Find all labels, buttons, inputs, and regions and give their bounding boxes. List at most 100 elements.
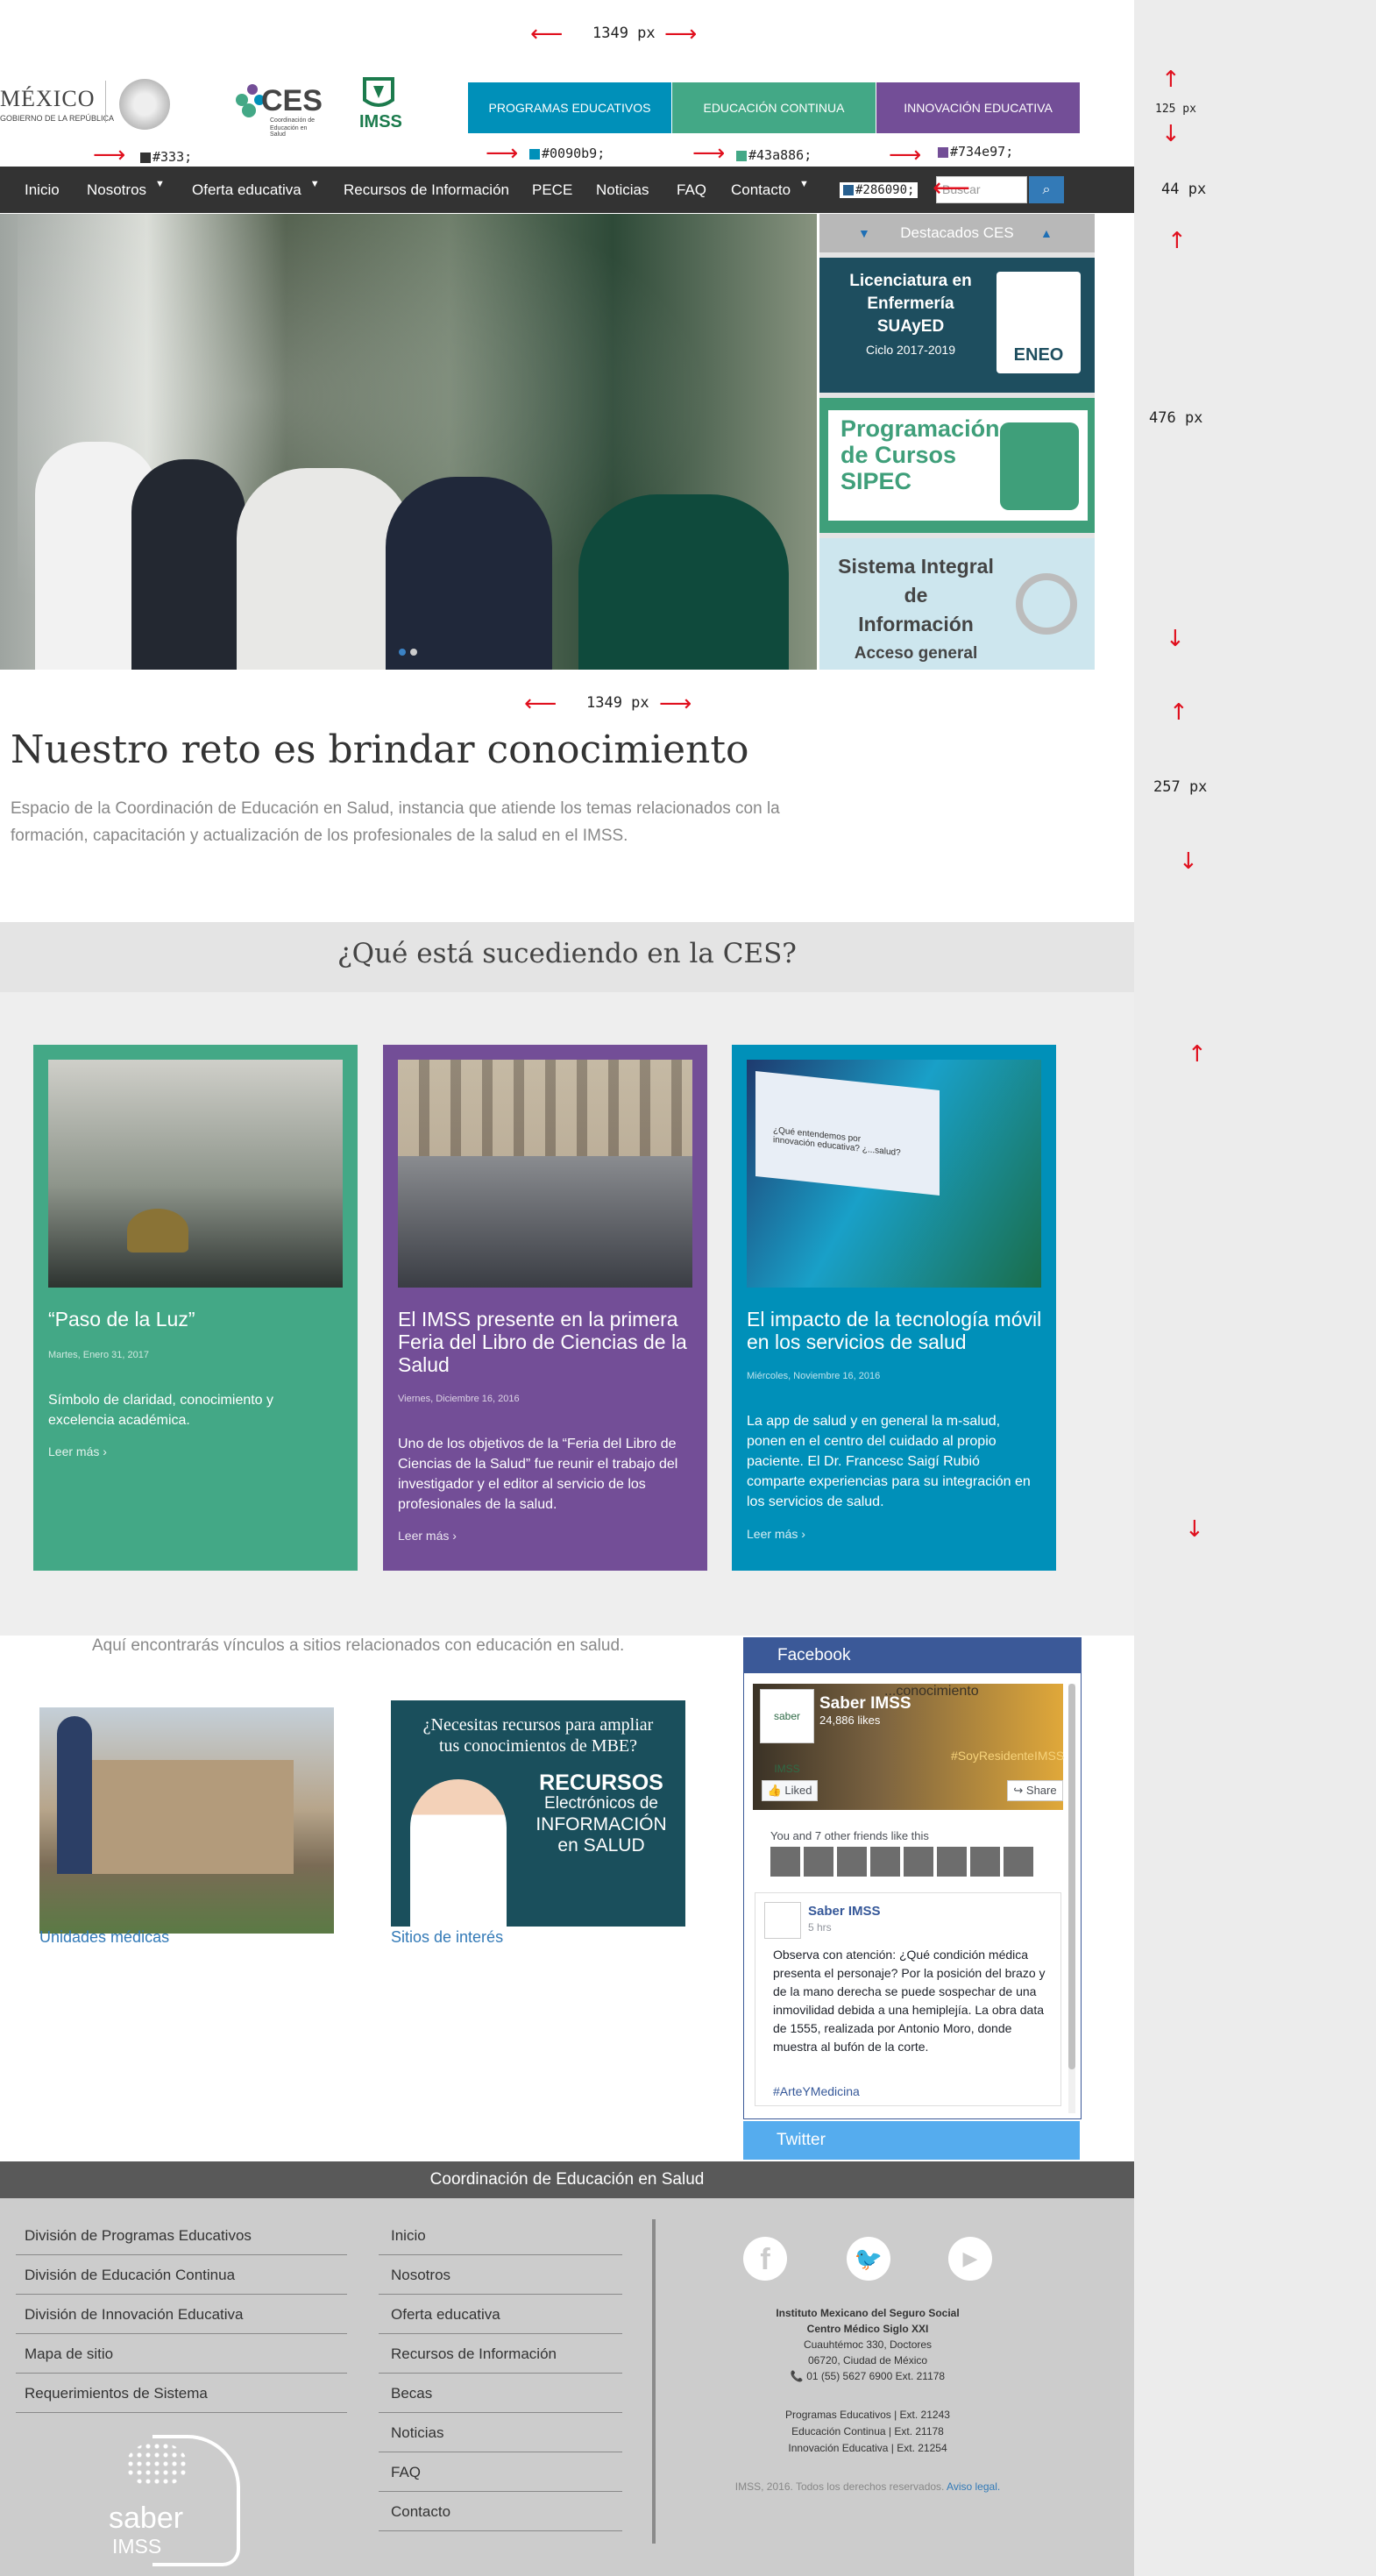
twitter-icon[interactable]: 🐦 [847, 2237, 890, 2281]
chevron-down-icon[interactable]: ▼ [858, 214, 870, 252]
read-more-link[interactable]: Leer más › [398, 1529, 457, 1543]
height-annotation-header: 125 px [1155, 103, 1196, 116]
arrow-up-icon: ↑ [1188, 1041, 1207, 1068]
scrollbar-thumb[interactable] [1068, 1684, 1075, 2069]
nav-label: Contacto [731, 181, 791, 198]
post-time[interactable]: 5 hrs [808, 1921, 832, 1934]
nav-faq[interactable]: FAQ [677, 167, 706, 213]
news-body: La app de salud y en general la m-salud,… [747, 1414, 1031, 1509]
friends-like-text: You and 7 other friends like this [770, 1829, 929, 1842]
facebook-cover[interactable]: ...conocimiento saber IMSS Saber IMSS 24… [753, 1684, 1064, 1810]
line: INFORMACIÓN [536, 1814, 667, 1834]
footer-link-nosotros[interactable]: Nosotros [379, 2255, 622, 2295]
color-code: #286090; [855, 183, 915, 197]
twitter-widget[interactable]: Twitter [743, 2121, 1080, 2160]
nav-noticias[interactable]: Noticias [596, 167, 649, 213]
unidades-medicas-link[interactable]: Unidades médicas [39, 1928, 169, 1947]
innovacion-educativa-button[interactable]: INNOVACIÓN EDUCATIVA [876, 82, 1080, 133]
post-author[interactable]: Saber IMSS [808, 1904, 881, 1919]
footer-link-programas[interactable]: División de Programas Educativos [16, 2216, 347, 2255]
footer-link-recursos[interactable]: Recursos de Información [379, 2334, 622, 2374]
line: Ciclo 2017-2019 [866, 343, 955, 357]
swatch [843, 185, 854, 195]
logo-word-saber: saber [109, 2501, 184, 2535]
destacado-text: Licenciatura en Enfermería SUAyED Ciclo … [832, 270, 989, 361]
footer-link-inicio[interactable]: Inicio [379, 2216, 622, 2255]
arrow-left-icon: ⟵ [524, 691, 557, 717]
destacado-sistema-integral[interactable]: Sistema Integral de Información Acceso g… [819, 538, 1095, 670]
hero-slider[interactable] [0, 214, 817, 670]
line: SUAyED [876, 317, 945, 336]
news-card-paso-de-la-luz[interactable]: “Paso de la Luz” Martes, Enero 31, 2017 … [33, 1045, 358, 1571]
facebook-header[interactable]: Facebook [744, 1638, 1081, 1673]
footer-link-mapa[interactable]: Mapa de sitio [16, 2334, 347, 2374]
youtube-icon[interactable]: ▶ [948, 2237, 992, 2281]
swatch [140, 152, 151, 163]
line: RECURSOS [539, 1771, 663, 1795]
arrow-right-icon: ⟶ [486, 140, 519, 167]
nav-inicio[interactable]: Inicio [25, 167, 60, 213]
footer-link-becas[interactable]: Becas [379, 2374, 622, 2413]
nav-pece[interactable]: PECE [532, 167, 572, 213]
lamp-icon [127, 1209, 188, 1253]
footer-link-contacto[interactable]: Contacto [379, 2492, 622, 2531]
news-title[interactable]: “Paso de la Luz” [48, 1308, 346, 1331]
share-icon: ↪ [1013, 1784, 1024, 1797]
height-annotation-nav: 44 px [1161, 181, 1207, 198]
footer-link-oferta[interactable]: Oferta educativa [379, 2295, 622, 2334]
color-annotation-purple: #734e97; [938, 144, 1013, 160]
search-button[interactable]: ⌕ [1029, 176, 1064, 203]
read-more-link[interactable]: Leer más › [48, 1444, 107, 1458]
color-annotation-nav: #333; [140, 149, 192, 165]
footer-link-noticias[interactable]: Noticias [379, 2413, 622, 2452]
educacion-continua-button[interactable]: EDUCACIÓN CONTINUA [672, 82, 876, 133]
nav-nosotros[interactable]: Nosotros ▼ [87, 167, 165, 213]
destacado-enfermeria[interactable]: Licenciatura en Enfermería SUAyED Ciclo … [819, 258, 1095, 393]
divider [105, 81, 106, 123]
destacado-sipec[interactable]: Programación de Cursos SIPEC [819, 398, 1095, 533]
slider-dot[interactable] [410, 649, 417, 656]
saber-imss-logo[interactable]: saber IMSS [109, 2435, 249, 2566]
footer-link-continua[interactable]: División de Educación Continua [16, 2255, 347, 2295]
nav-contacto[interactable]: Contacto ▼ [731, 167, 809, 213]
recursos-electronicos-banner[interactable]: ¿Necesitas recursos para ampliar tus con… [391, 1700, 685, 1927]
screen-text: ¿Qué entendemos por innovación educativa… [773, 1125, 901, 1159]
nav-recursos-informacion[interactable]: Recursos de Información [344, 167, 509, 213]
share-button[interactable]: ↪ Share [1007, 1780, 1063, 1801]
post-hashtag[interactable]: #ArteYMedicina [773, 2084, 860, 2098]
slider-dot-active[interactable] [399, 649, 406, 656]
swatch [736, 150, 747, 161]
line: tus conocimientos de MBE? [438, 1736, 638, 1756]
nav-oferta-educativa[interactable]: Oferta educativa ▼ [192, 167, 320, 213]
post-avatar[interactable] [764, 1902, 801, 1939]
unidades-medicas-image[interactable] [39, 1707, 334, 1934]
line: en SALUD [557, 1835, 645, 1856]
ces-logo[interactable]: CES Coordinación de Educación en Salud [231, 75, 323, 138]
aviso-legal-link[interactable]: Aviso legal. [947, 2480, 1000, 2493]
color-annotation-search: #286090; [840, 182, 919, 198]
programas-educativos-button[interactable]: PROGRAMAS EDUCATIVOS [468, 82, 671, 133]
height-annotation-intro: 257 px [1153, 778, 1208, 796]
gobierno-mexico-logo[interactable]: MÉXICO GOBIERNO DE LA REPÚBLICA [0, 74, 180, 135]
footer-link-faq[interactable]: FAQ [379, 2452, 622, 2492]
arrow-right-icon: ⟶ [889, 142, 922, 168]
facebook-scrollbar[interactable] [1068, 1684, 1075, 2113]
color-code: #734e97; [950, 144, 1014, 160]
sitios-interes-link[interactable]: Sitios de interés [391, 1928, 503, 1947]
facebook-icon[interactable]: f [743, 2237, 787, 2281]
imss-logo[interactable]: IMSS [354, 75, 403, 133]
news-card-tecnologia-movil[interactable]: ¿Qué entendemos por innovación educativa… [732, 1045, 1056, 1571]
footer-link-innovacion[interactable]: División de Innovación Educativa [16, 2295, 347, 2334]
color-annotation-green: #43a886; [736, 147, 812, 163]
read-more-link[interactable]: Leer más › [747, 1527, 805, 1541]
footer-link-requerimientos[interactable]: Requerimientos de Sistema [16, 2374, 347, 2413]
news-card-feria-libro[interactable]: El IMSS presente en la primera Feria del… [383, 1045, 707, 1571]
news-title[interactable]: El IMSS presente en la primera Feria del… [398, 1308, 696, 1376]
chevron-up-icon[interactable]: ▲ [1040, 214, 1053, 252]
liked-button[interactable]: 👍 Liked [762, 1780, 818, 1801]
line: SIPEC [840, 468, 912, 494]
friend-avatars[interactable] [770, 1847, 1033, 1877]
doctor-illustration [410, 1779, 507, 1927]
page-name[interactable]: Saber IMSS [819, 1694, 911, 1714]
news-title[interactable]: El impacto de la tecnología móvil en los… [747, 1308, 1045, 1353]
